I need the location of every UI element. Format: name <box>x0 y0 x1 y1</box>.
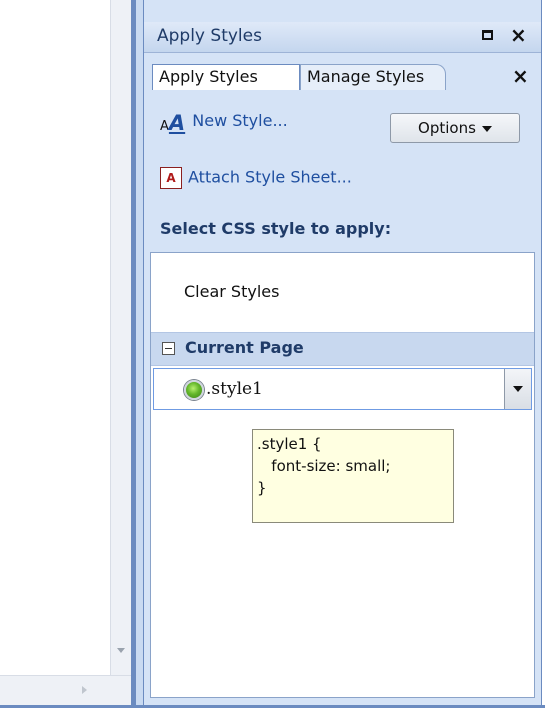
scroll-right-arrow-icon[interactable] <box>82 686 87 694</box>
pane-gutter <box>136 0 143 705</box>
vertical-scrollbar[interactable] <box>110 0 132 675</box>
panel-titlebar[interactable]: Apply Styles × <box>144 22 541 53</box>
tab-manage-styles[interactable]: Manage Styles <box>300 64 446 90</box>
style-name: .style1 <box>206 379 263 399</box>
tab-strip: Apply Styles Manage Styles × <box>144 54 541 92</box>
options-label: Options <box>418 119 476 137</box>
select-style-heading: Select CSS style to apply: <box>160 219 392 238</box>
current-page-group-header[interactable]: Current Page <box>151 332 534 366</box>
new-style-icon: AA <box>160 111 186 135</box>
style-dropdown-button[interactable] <box>504 369 531 409</box>
clear-styles-item[interactable]: Clear Styles <box>184 282 279 301</box>
editor-area[interactable] <box>0 0 110 705</box>
attach-style-sheet-icon: A <box>160 167 182 189</box>
attach-style-sheet-link[interactable]: A Attach Style Sheet... <box>160 167 352 189</box>
tooltip-line: .style1 { <box>257 435 322 453</box>
style-indicator-icon <box>184 380 204 400</box>
attach-style-sheet-label: Attach Style Sheet... <box>188 167 352 187</box>
style-tooltip: .style1 { font-size: small; } <box>252 429 454 523</box>
style-list: Clear Styles Current Page .style1 .style… <box>150 252 535 698</box>
horizontal-scrollbar[interactable] <box>0 675 131 706</box>
tooltip-line: } <box>257 479 267 497</box>
chevron-down-icon <box>481 125 492 132</box>
panel-title: Apply Styles <box>157 26 262 46</box>
styles-toolbar: AA New Style... Options A Attach Style Sh… <box>152 91 541 241</box>
options-button[interactable]: Options <box>390 113 520 143</box>
group-label: Current Page <box>185 338 304 357</box>
apply-styles-panel: Apply Styles × Apply Styles Manage Style… <box>143 0 542 705</box>
scroll-down-arrow-icon[interactable] <box>117 648 125 653</box>
new-style-label: New Style... <box>192 111 288 130</box>
new-style-link[interactable]: AA New Style... <box>160 111 288 135</box>
maximize-icon[interactable] <box>482 30 493 40</box>
close-panel-icon[interactable]: × <box>510 23 527 47</box>
collapse-icon[interactable] <box>162 342 175 355</box>
close-tab-icon[interactable]: × <box>512 64 529 88</box>
tab-apply-styles[interactable]: Apply Styles <box>152 64 300 90</box>
tooltip-line: font-size: small; <box>257 457 391 475</box>
style-item-style1[interactable]: .style1 <box>153 368 532 410</box>
